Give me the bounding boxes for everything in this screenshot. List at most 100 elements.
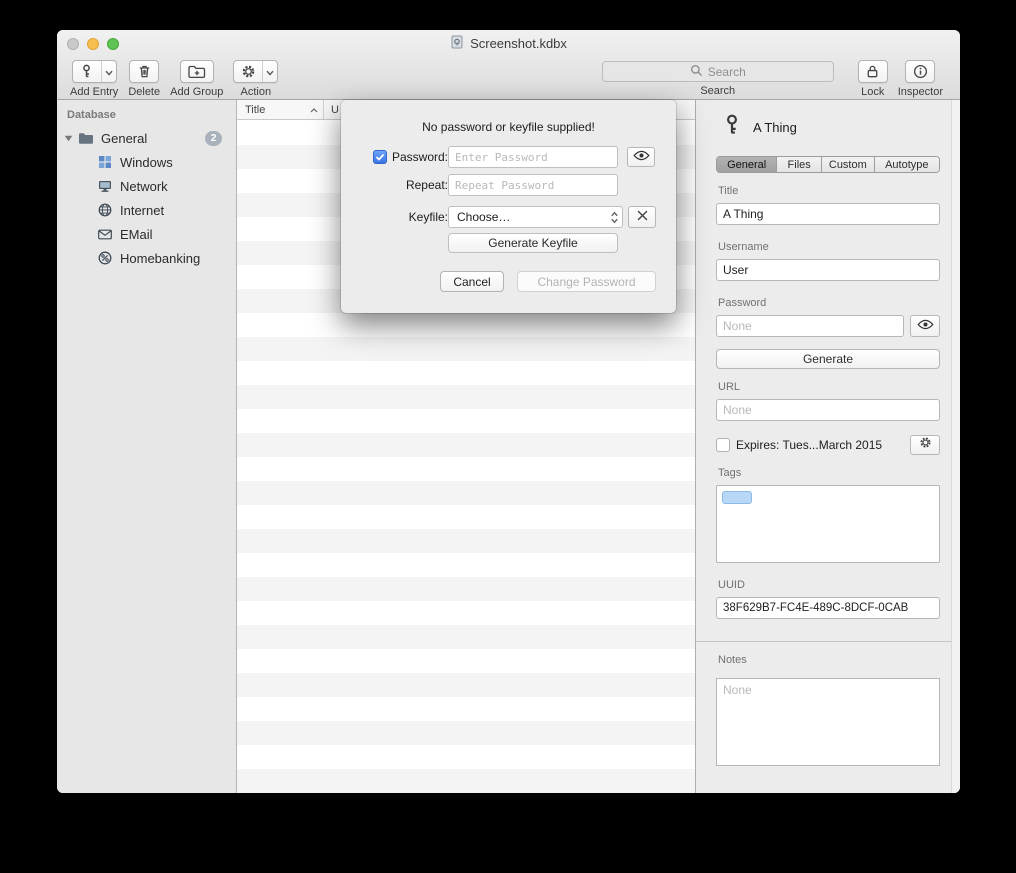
add-entry-dropdown[interactable]: [101, 61, 116, 82]
tag-chip[interactable]: [722, 491, 752, 504]
url-field[interactable]: [716, 399, 940, 421]
lock-button[interactable]: [858, 60, 888, 83]
generate-keyfile-row: Generate Keyfile: [448, 233, 656, 253]
delete-label: Delete: [128, 86, 160, 98]
password-row: Password:: [361, 146, 656, 168]
inspector-scrollbar[interactable]: [951, 100, 960, 793]
action-button[interactable]: [233, 60, 278, 83]
sort-ascending-icon: [310, 104, 318, 116]
expires-checkbox[interactable]: [716, 438, 730, 452]
sidebar-item-label: Internet: [120, 203, 164, 218]
stepper-icon: [610, 211, 619, 224]
sidebar-item-network[interactable]: Network: [57, 174, 236, 198]
titlebar[interactable]: Screenshot.kdbx: [57, 30, 960, 57]
minimize-button[interactable]: [87, 38, 99, 50]
tab-autotype[interactable]: Autotype: [875, 157, 939, 172]
zoom-button[interactable]: [107, 38, 119, 50]
search-tool: Search Search: [602, 61, 834, 97]
close-button[interactable]: [67, 38, 79, 50]
delete-button[interactable]: [129, 60, 159, 83]
notes-field[interactable]: [716, 678, 940, 766]
window-title: Screenshot.kdbx: [470, 36, 567, 51]
lock-label: Lock: [861, 86, 884, 98]
uuid-label: UUID: [718, 579, 940, 591]
add-entry-button[interactable]: [72, 60, 117, 83]
keyfile-popup[interactable]: Choose…: [448, 206, 623, 228]
window-chrome: Screenshot.kdbx Add Entry: [57, 30, 960, 100]
expires-date-button[interactable]: [910, 435, 940, 455]
action-label: Action: [241, 86, 272, 98]
sidebar-item-email[interactable]: EMail: [57, 222, 236, 246]
reveal-password-button[interactable]: [627, 147, 655, 167]
inspector-button[interactable]: [905, 60, 935, 83]
generate-password-button[interactable]: Generate: [716, 349, 940, 369]
inspector-tabs: General Files Custom Autotype: [716, 156, 940, 173]
keyfile-popup-value: Choose…: [457, 210, 510, 224]
tab-files[interactable]: Files: [777, 157, 822, 172]
add-group-label: Add Group: [170, 86, 223, 98]
dialog-message: No password or keyfile supplied!: [341, 100, 676, 134]
action-dropdown[interactable]: [262, 61, 277, 82]
keyfile-row: Keyfile: Choose…: [361, 206, 656, 228]
change-password-button[interactable]: Change Password: [517, 271, 656, 292]
close-icon: [637, 208, 648, 226]
tab-custom[interactable]: Custom: [822, 157, 875, 172]
add-group-tool: Add Group: [170, 60, 223, 98]
globe-icon: [97, 202, 113, 218]
sidebar-item-label: Windows: [120, 155, 173, 170]
password-field[interactable]: [716, 315, 904, 337]
url-field-label: URL: [718, 381, 940, 393]
sidebar-header: Database: [57, 100, 236, 126]
search-input[interactable]: Search: [602, 61, 834, 82]
sidebar-item-general[interactable]: General 2: [57, 126, 236, 150]
dialog-repeat-label: Repeat:: [406, 178, 448, 192]
entry-title: A Thing: [753, 120, 797, 135]
tags-label: Tags: [718, 467, 940, 479]
folder-icon: [78, 130, 94, 146]
password-checkbox[interactable]: [373, 150, 387, 164]
add-entry-tool: Add Entry: [70, 60, 118, 98]
cancel-button[interactable]: Cancel: [440, 271, 504, 292]
sidebar: Database General 2 Windows: [57, 100, 237, 793]
clear-keyfile-button[interactable]: [628, 206, 656, 228]
sidebar-item-homebanking[interactable]: Homebanking: [57, 246, 236, 270]
title-field[interactable]: [716, 203, 940, 225]
info-icon: [906, 61, 934, 82]
expires-row: Expires: Tues...March 2015: [716, 435, 940, 455]
right-tools: Lock Inspector: [855, 59, 950, 98]
chevron-down-icon: [266, 63, 274, 81]
trash-icon: [130, 61, 158, 82]
reveal-password-button[interactable]: [910, 315, 940, 337]
inspector-header: A Thing: [716, 114, 940, 140]
column-header-title[interactable]: Title: [237, 100, 324, 119]
notes-label: Notes: [718, 654, 940, 666]
key-icon: [73, 61, 101, 82]
uuid-field[interactable]: [716, 597, 940, 619]
email-icon: [97, 226, 113, 242]
tags-box[interactable]: [716, 485, 940, 563]
network-icon: [97, 178, 113, 194]
add-group-button[interactable]: [180, 60, 214, 83]
repeat-password-input[interactable]: [448, 174, 618, 196]
toolbar: Add Entry Delete Add Group: [57, 57, 960, 100]
enter-password-input[interactable]: [448, 146, 618, 168]
delete-tool: Delete: [128, 60, 160, 98]
add-entry-label: Add Entry: [70, 86, 118, 98]
lock-icon: [859, 61, 887, 82]
lock-tool: Lock: [858, 60, 888, 98]
gear-icon: [234, 61, 262, 82]
username-field[interactable]: [716, 259, 940, 281]
dialog-keyfile-label: Keyfile:: [409, 210, 448, 224]
search-icon: [690, 64, 703, 80]
generate-keyfile-button[interactable]: Generate Keyfile: [448, 233, 618, 253]
sidebar-item-windows[interactable]: Windows: [57, 150, 236, 174]
inspector-label: Inspector: [898, 86, 943, 98]
sidebar-item-internet[interactable]: Internet: [57, 198, 236, 222]
tab-general[interactable]: General: [717, 157, 777, 172]
gear-icon: [919, 436, 932, 454]
inspector-tool: Inspector: [898, 60, 943, 98]
disclosure-triangle-icon[interactable]: [64, 131, 73, 146]
chevron-down-icon: [105, 63, 113, 81]
username-field-label: Username: [718, 241, 940, 253]
windows-icon: [97, 154, 113, 170]
